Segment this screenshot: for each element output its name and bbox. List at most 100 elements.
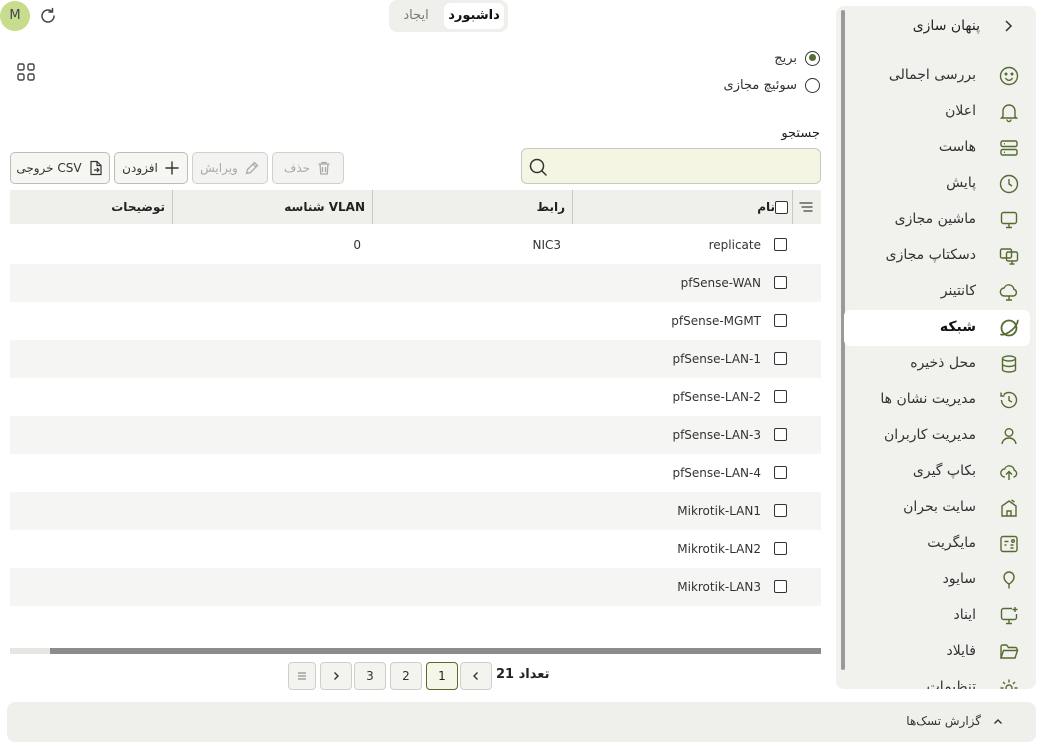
row-checkbox[interactable] (774, 276, 787, 289)
sidebar-item-label: دسکتاپ مجازی (885, 247, 976, 263)
header-name[interactable]: نام (757, 190, 775, 224)
header-interface[interactable]: رابط (537, 190, 565, 224)
sidebar-item-inad[interactable]: ایناد (844, 598, 1030, 634)
sidebar-item-container[interactable]: کانتینر (844, 274, 1030, 310)
table-row[interactable]: pfSense-LAN-3 (10, 416, 821, 454)
cell-name: Mikrotik-LAN1 (677, 504, 761, 518)
column-settings-icon[interactable] (798, 199, 814, 215)
radio-vswitch-label: سوئیچ مجازی (723, 77, 797, 93)
table-row[interactable]: Mikrotik-LAN2 (10, 530, 821, 568)
sidebar-item-label: اعلان (945, 103, 976, 119)
server-icon (998, 137, 1020, 159)
column-divider[interactable] (372, 190, 373, 224)
table-row[interactable]: Mikrotik-LAN1 (10, 492, 821, 530)
avatar[interactable]: M (0, 1, 30, 31)
column-divider[interactable] (572, 190, 573, 224)
edit-label: ویرایش (200, 161, 238, 175)
table-row[interactable]: pfSense-MGMT (10, 302, 821, 340)
sidebar-collapse-label[interactable]: پنهان سازی (913, 18, 980, 34)
table-row[interactable]: pfSense-LAN-2 (10, 378, 821, 416)
table-row[interactable]: pfSense-LAN-1 (10, 340, 821, 378)
tab-create[interactable]: ایجاد (393, 3, 439, 29)
radio-bridge-label: بریج (774, 50, 797, 66)
scrollbar-thumb[interactable] (50, 648, 821, 654)
table-row[interactable]: pfSense-LAN-4 (10, 454, 821, 492)
row-checkbox[interactable] (774, 504, 787, 517)
horizontal-scrollbar[interactable] (10, 648, 821, 654)
tab-dashboard[interactable]: داشبورد (444, 3, 504, 29)
column-divider (792, 190, 793, 224)
table-row[interactable]: replicate NIC3 0 (10, 226, 821, 264)
sidebar-item-label: بکاپ گیری (912, 463, 976, 479)
table-row[interactable]: pfSense-WAN (10, 264, 821, 302)
header-vlan-id[interactable]: شناسه VLAN (284, 190, 365, 224)
row-checkbox[interactable] (774, 580, 787, 593)
sidebar-item-virtual-desktop[interactable]: دسکتاپ مجازی (844, 238, 1030, 274)
add-button[interactable]: افزودن (114, 152, 188, 184)
sidebar-item-settings[interactable]: تنظیمات (844, 670, 1030, 689)
sidebar-header[interactable]: پنهان سازی (836, 6, 1036, 46)
radio-vswitch-option[interactable]: سوئیچ مجازی (724, 75, 820, 95)
search-box (521, 148, 821, 184)
monitor-icon (998, 209, 1020, 231)
sidebar-item-snapshots[interactable]: مدیریت نشان ها (844, 382, 1030, 418)
radio-bridge-option[interactable]: بریج (774, 48, 820, 68)
cell-name: pfSense-LAN-2 (672, 390, 761, 404)
row-checkbox[interactable] (774, 428, 787, 441)
sidebar-item-migrate[interactable]: مایگریت (844, 526, 1030, 562)
page-1[interactable]: 1 (426, 662, 458, 690)
cell-name: pfSense-LAN-4 (672, 466, 761, 480)
sidebar-item-storage[interactable]: محل ذخیره (844, 346, 1030, 382)
sidebar-item-label: کانتینر (940, 283, 976, 299)
search-icon[interactable] (528, 157, 548, 177)
column-divider[interactable] (172, 190, 173, 224)
cloud-icon (998, 281, 1020, 303)
sidebar-item-label: بررسی اجمالی (888, 67, 976, 83)
chevron-up-icon[interactable] (992, 716, 1004, 728)
building-icon (998, 497, 1020, 519)
task-report-label[interactable]: گزارش تسک‌ها (906, 714, 981, 728)
row-checkbox[interactable] (774, 390, 787, 403)
row-checkbox[interactable] (774, 352, 787, 365)
sidebar-item-sayvod[interactable]: سایود (844, 562, 1030, 598)
sidebar-item-filad[interactable]: فایلاد (844, 634, 1030, 670)
radio-vswitch[interactable] (805, 77, 820, 93)
chevron-right-icon[interactable] (1000, 18, 1016, 34)
delete-button[interactable]: حذف (272, 152, 344, 184)
refresh-icon[interactable] (38, 6, 58, 26)
sidebar-item-disaster-site[interactable]: سایت بحران (844, 490, 1030, 526)
next-page-button[interactable] (320, 662, 352, 690)
sidebar-item-notifications[interactable]: اعلان (844, 94, 1030, 130)
sidebar-item-monitoring[interactable]: پایش (844, 166, 1030, 202)
sidebar-item-host[interactable]: هاست (844, 130, 1030, 166)
row-checkbox[interactable] (774, 314, 787, 327)
sidebar-item-label: ماشین مجازی (894, 211, 976, 227)
task-report-bar[interactable]: گزارش تسک‌ها (7, 702, 1036, 742)
search-input[interactable] (522, 149, 820, 183)
page-3[interactable]: 3 (354, 662, 386, 690)
add-label: افزودن (122, 161, 158, 175)
table-header: نام رابط شناسه VLAN توضیحات (10, 190, 821, 224)
monitor-plus-icon (998, 605, 1020, 627)
row-checkbox[interactable] (774, 238, 787, 251)
sidebar-item-backup[interactable]: بکاپ گیری (844, 454, 1030, 490)
sidebar-item-overview[interactable]: بررسی اجمالی (844, 58, 1030, 94)
prev-page-button[interactable] (460, 662, 492, 690)
page-2[interactable]: 2 (390, 662, 422, 690)
edit-button[interactable]: ویرایش (192, 152, 268, 184)
table-row[interactable]: Mikrotik-LAN3 (10, 568, 821, 606)
row-checkbox[interactable] (774, 542, 787, 555)
header-description[interactable]: توضیحات (111, 190, 165, 224)
sidebar-item-label: هاست (938, 139, 976, 155)
row-checkbox[interactable] (774, 466, 787, 479)
export-csv-button[interactable]: خروجی CSV (10, 152, 110, 184)
radio-bridge[interactable] (805, 50, 820, 66)
sidebar-item-network[interactable]: شبکه (844, 310, 1030, 346)
sidebar-item-virtual-machine[interactable]: ماشین مجازی (844, 202, 1030, 238)
sidebar-item-users[interactable]: مدیریت کاربران (844, 418, 1030, 454)
grid-view-icon[interactable] (16, 62, 36, 82)
total-count: تعداد 21 (496, 667, 550, 682)
cell-interface: NIC3 (532, 238, 561, 252)
select-all-checkbox[interactable] (775, 201, 788, 214)
page-size-button[interactable] (288, 662, 316, 690)
